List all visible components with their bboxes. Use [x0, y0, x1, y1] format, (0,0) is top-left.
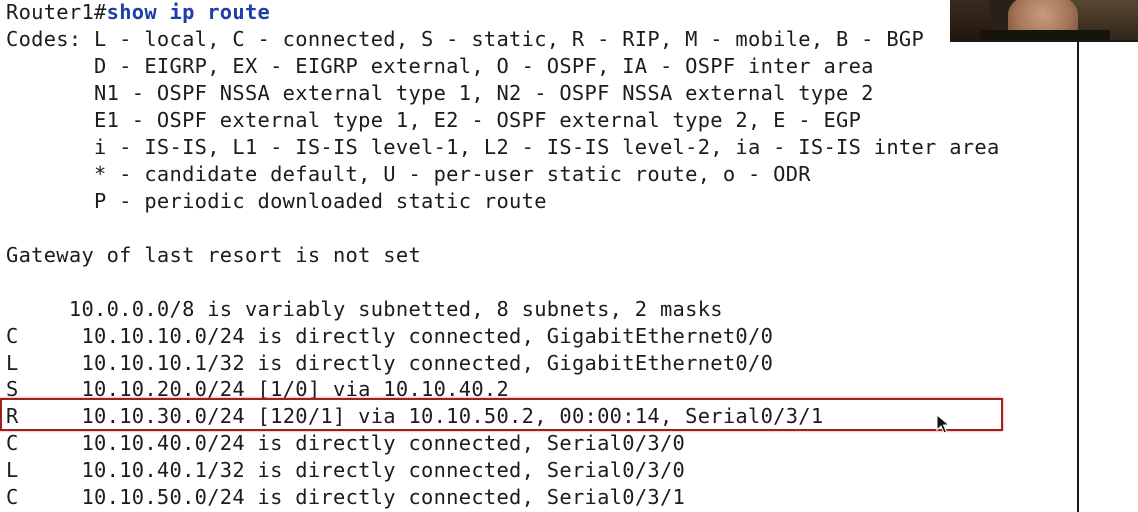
codes-line-4: E1 - OSPF external type 1, E2 - OSPF ext…: [6, 108, 862, 132]
codes-line-3: N1 - OSPF NSSA external type 1, N2 - OSP…: [6, 81, 874, 105]
route-code: C: [6, 485, 19, 509]
codes-line-1: Codes: L - local, C - connected, S - sta…: [6, 27, 925, 51]
mouse-pointer-icon: [936, 414, 950, 434]
codes-line-6: * - candidate default, U - per-user stat…: [6, 162, 811, 186]
command-line: Router1#show ip route: [6, 0, 270, 26]
route-code: C: [6, 431, 19, 455]
route-row: L 10.10.10.1/32 is directly connected, G…: [6, 350, 773, 377]
route-row: C 10.10.10.0/24 is directly connected, G…: [6, 323, 773, 350]
codes-line-2: D - EIGRP, EX - EIGRP external, O - OSPF…: [6, 54, 874, 78]
route-text: 10.10.50.0/24 is directly connected, Ser…: [81, 485, 686, 509]
route-text: 10.10.40.1/32 is directly connected, Ser…: [81, 458, 686, 482]
route-text: 10.10.40.0/24 is directly connected, Ser…: [81, 431, 686, 455]
prompt: Router1#: [6, 0, 107, 24]
route-text: 10.10.10.1/32 is directly connected, Gig…: [81, 351, 774, 375]
route-row: L 10.10.40.1/32 is directly connected, S…: [6, 457, 685, 484]
rip-route-highlight-box: [0, 398, 1003, 431]
codes-line-7: P - periodic downloaded static route: [6, 189, 547, 213]
route-code: L: [6, 458, 19, 482]
route-code: L: [6, 351, 19, 375]
summary-line: 10.0.0.0/8 is variably subnetted, 8 subn…: [6, 297, 723, 321]
gateway-line: Gateway of last resort is not set: [6, 243, 422, 267]
command-text: show ip route: [106, 0, 271, 24]
route-code: C: [6, 324, 19, 348]
webcam-overlay: [950, 0, 1138, 42]
route-text: 10.10.10.0/24 is directly connected, Gig…: [81, 324, 774, 348]
webcam-frame-border: [950, 40, 1138, 42]
terminal-output: Router1#show ip route Codes: L - local, …: [0, 0, 1079, 512]
route-row: C 10.10.40.0/24 is directly connected, S…: [6, 430, 685, 457]
codes-line-5: i - IS-IS, L1 - IS-IS level-1, L2 - IS-I…: [6, 135, 1000, 159]
route-row: C 10.10.50.0/24 is directly connected, S…: [6, 484, 685, 511]
